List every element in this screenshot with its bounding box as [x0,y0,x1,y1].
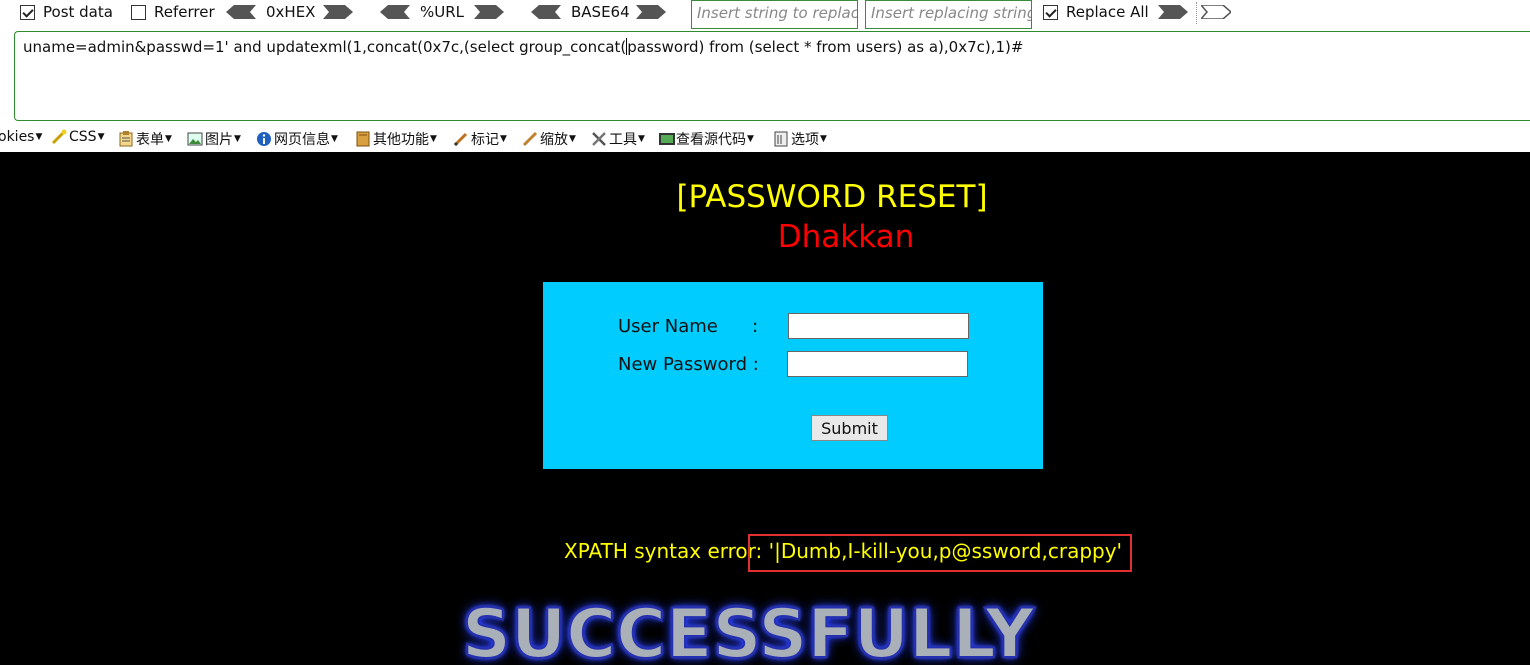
chevron-down-icon: ▼ [820,134,827,144]
post-data-option[interactable]: Post data [20,0,113,24]
hex-label: 0xHEX [266,3,316,21]
chevron-down-icon: ▼ [638,134,645,144]
username-label: User Name : [618,316,759,337]
form-icon [118,131,134,147]
chevron-down-icon: ▼ [430,134,437,144]
menu-forms-label: 表单 [136,132,164,148]
menu-css[interactable]: CSS ▼ [51,129,104,145]
password-reset-form: User Name : New Password : Submit [543,282,1043,469]
new-password-label: New Password : [618,354,759,375]
pencil-icon [453,131,469,147]
menu-cookies[interactable]: okies ▼ [0,129,42,145]
menu-options-label: 选项 [791,132,819,148]
chevron-down-icon: ▼ [747,134,754,144]
resize-icon [522,131,538,147]
base64-encode-arrow-icon[interactable] [636,5,666,19]
menu-images-label: 图片 [205,132,233,148]
url-encode-arrow-icon[interactable] [474,5,504,19]
web-developer-toolbar: okies ▼ CSS ▼ 表单 ▼ 图片 ▼ 网页信息 ▼ 其他功能 ▼ 标记 ▼ 缩放 ▼ [0,124,1530,152]
referrer-checkbox[interactable] [131,4,146,20]
chevron-down-icon: ▼ [569,134,576,144]
menu-resize[interactable]: 缩放 ▼ [522,129,576,149]
base64-decode-arrow-icon[interactable] [531,5,561,19]
referrer-option[interactable]: Referrer [131,0,215,24]
menu-outline[interactable]: 标记 ▼ [453,129,507,149]
toolbar-separator [1196,2,1197,24]
hackbar-panel: Post data Referrer 0xHEX %URL BASE64 Ins… [0,0,1530,152]
menu-css-label: CSS [69,129,97,145]
url-label: %URL [420,3,465,21]
replace-forward-arrow-icon[interactable] [1158,5,1188,19]
menu-misc[interactable]: 其他功能 ▼ [355,129,437,149]
url-decode-arrow-icon[interactable] [380,5,410,19]
menu-images[interactable]: 图片 ▼ [187,129,241,149]
menu-outline-label: 标记 [471,132,499,148]
menu-resize-label: 缩放 [540,132,568,148]
tools-icon [591,131,607,147]
chevron-down-icon: ▼ [500,134,507,144]
chevron-down-icon: ▼ [234,134,241,144]
success-banner: SUCCESSFULLY [461,594,1035,665]
menu-page-info[interactable]: 网页信息 ▼ [256,129,338,149]
options-icon [773,131,789,147]
username-input[interactable] [788,313,969,339]
source-icon [658,131,675,147]
replace-next-arrow-icon[interactable] [1201,5,1231,19]
replace-string-input[interactable]: Insert string to replace [691,0,858,29]
menu-view-source-label: 查看源代码 [676,132,746,148]
menu-misc-label: 其他功能 [373,132,429,148]
post-data-label: Post data [43,3,113,21]
page-content: [PASSWORD RESET] Dhakkan User Name : New… [0,152,1530,665]
menu-page-info-label: 网页信息 [274,132,330,148]
replace-all-label: Replace All [1066,3,1149,21]
menu-cookies-label: okies [0,129,35,145]
post-data-checkbox[interactable] [20,4,35,20]
replace-all-option[interactable]: Replace All [1043,0,1149,24]
menu-tools-label: 工具 [609,132,637,148]
highlight-annotation-box [748,534,1132,572]
css-wand-icon [51,129,67,145]
post-body-text-end: password) from (select * from users) as … [627,38,1024,56]
chevron-down-icon: ▼ [97,132,105,142]
chevron-down-icon: ▼ [35,132,43,142]
replace-all-checkbox[interactable] [1043,4,1058,20]
chevron-down-icon: ▼ [331,134,338,144]
hex-encode-arrow-icon[interactable] [323,5,353,19]
hackbar-options-row: Post data Referrer 0xHEX %URL BASE64 Ins… [0,0,1530,29]
page-subtitle: Dhakkan [777,219,915,255]
replacing-string-input[interactable]: Insert replacing string [865,0,1032,29]
menu-forms[interactable]: 表单 ▼ [118,129,172,149]
image-icon [187,131,203,147]
menu-view-source[interactable]: 查看源代码 ▼ [658,129,754,149]
menu-tools[interactable]: 工具 ▼ [591,129,645,149]
post-data-textarea[interactable]: uname=admin&passwd=1' and updatexml(1,co… [14,31,1530,121]
base64-label: BASE64 [571,3,630,21]
hex-decode-arrow-icon[interactable] [226,5,256,19]
post-body-text-start: uname=admin&passwd=1' and updatexml(1,co… [23,38,627,56]
submit-button[interactable]: Submit [811,415,888,441]
page-title: [PASSWORD RESET] [676,179,988,215]
info-icon [256,131,272,147]
menu-options[interactable]: 选项 ▼ [773,129,827,149]
referrer-label: Referrer [154,3,215,21]
new-password-input[interactable] [787,351,968,377]
misc-icon [355,131,371,147]
chevron-down-icon: ▼ [165,134,172,144]
